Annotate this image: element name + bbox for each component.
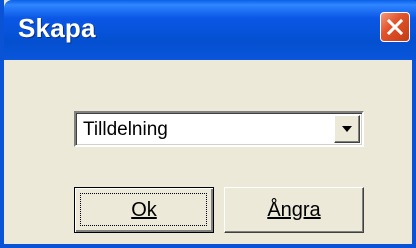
window-title: Skapa	[18, 13, 96, 43]
close-icon	[386, 18, 404, 36]
title-bar[interactable]: Skapa	[4, 0, 416, 60]
dropdown-arrow-button[interactable]	[334, 115, 360, 143]
ok-button[interactable]: Ok	[74, 187, 214, 233]
focus-rectangle	[80, 193, 207, 226]
cancel-button-label: Ångra	[267, 198, 321, 221]
type-dropdown[interactable]: Tilldelning	[74, 111, 364, 147]
dropdown-selected-value: Tilldelning	[83, 119, 168, 140]
cancel-button[interactable]: Ångra	[224, 187, 364, 233]
close-button[interactable]	[380, 12, 410, 42]
dialog-window: Skapa Tilldelning Ok Ångra	[0, 0, 416, 248]
dialog-body: Tilldelning Ok Ångra	[4, 60, 412, 244]
chevron-down-icon	[342, 126, 352, 132]
